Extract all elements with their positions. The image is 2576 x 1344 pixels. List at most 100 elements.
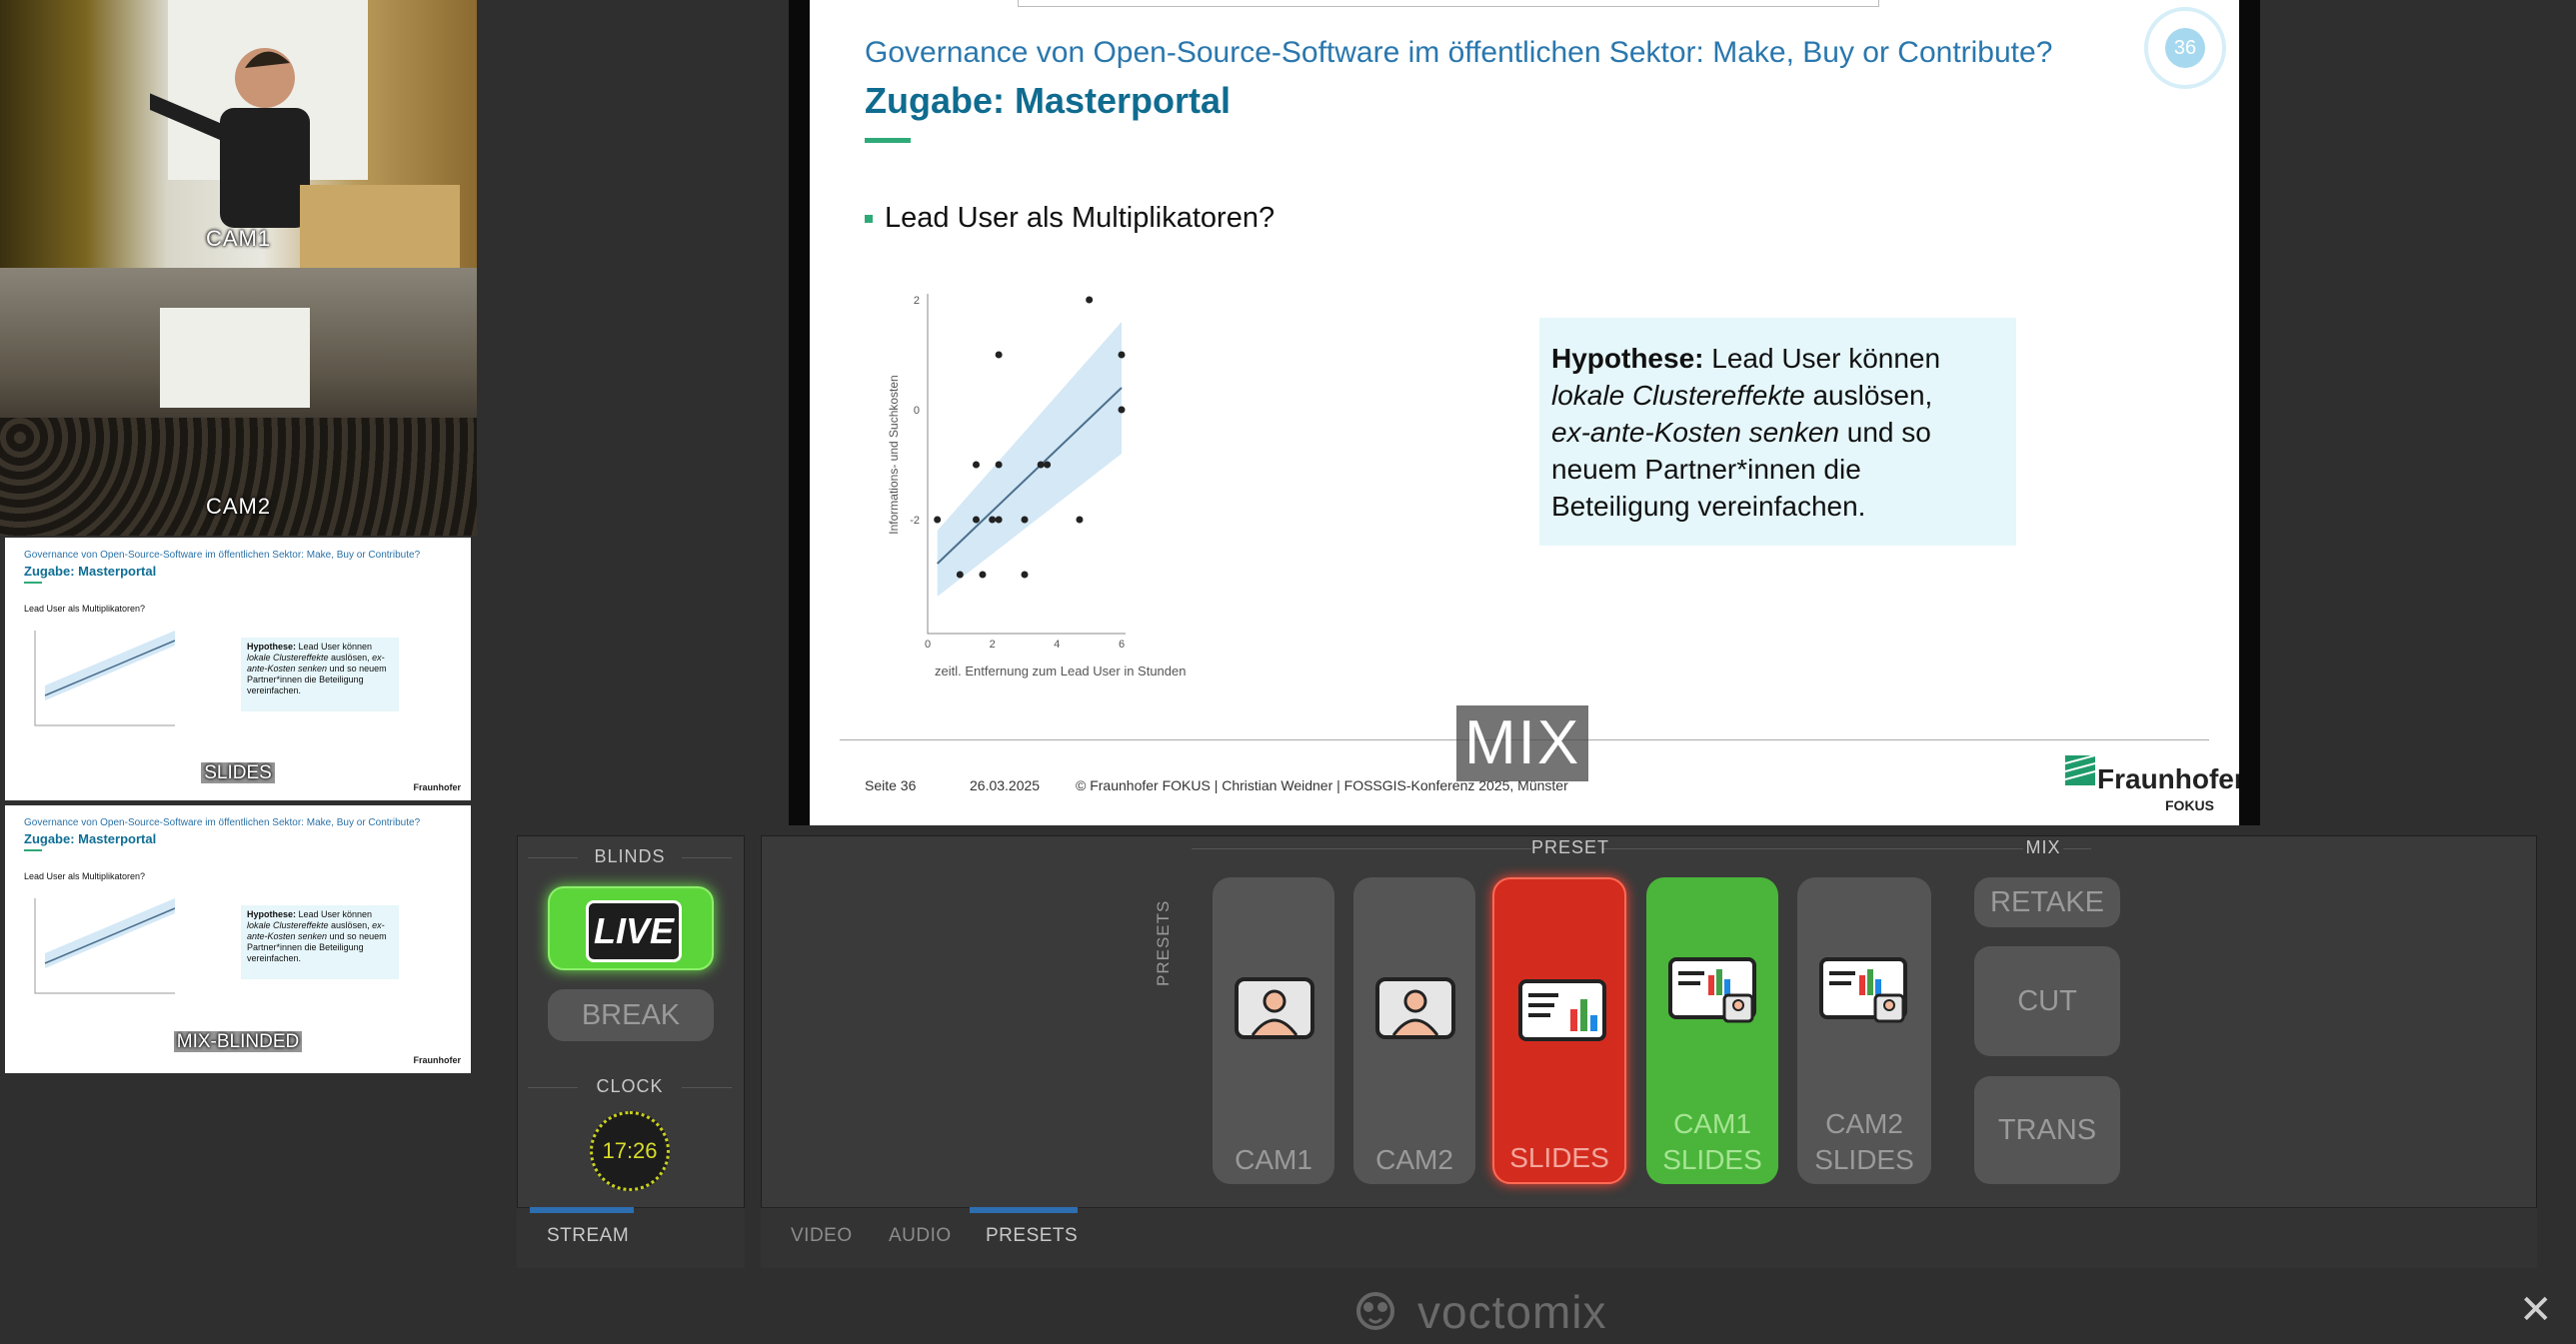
retake-button[interactable]: RETAKE [1974, 877, 2120, 927]
clock-display: 17:26 [590, 1111, 670, 1191]
confidence-band [937, 322, 1122, 597]
mix-divider [1941, 848, 2091, 849]
data-point [1076, 516, 1084, 524]
mix-blinded-label: MIX-BLINDED [5, 1031, 471, 1053]
divider [528, 857, 578, 858]
live-button[interactable]: LIVE [548, 886, 714, 970]
slide-bullet: Lead User als Multiplikatoren? [865, 202, 1275, 235]
data-point [1021, 571, 1029, 579]
slides-preview[interactable]: Governance von Open-Source-Software im ö… [5, 538, 471, 800]
trans-button[interactable]: TRANS [1974, 1076, 2120, 1184]
logo-sub: FOKUS [2165, 797, 2214, 813]
x-tick-label: 6 [1119, 639, 1125, 651]
y-tick-label: -2 [910, 515, 920, 527]
preset-line1: CAM2 [1825, 1108, 1903, 1139]
data-point [973, 516, 980, 524]
slides-with-person-icon [1819, 957, 1907, 1023]
hall-screen [160, 308, 310, 408]
thumb-hypothesis: Hypothese: Lead User können lokale Clust… [241, 905, 399, 979]
title-accent [865, 138, 911, 143]
preset-heading: PRESET [1531, 837, 1610, 858]
person-icon [1375, 977, 1455, 1039]
thumb-header: Governance von Open-Source-Software im ö… [24, 550, 421, 561]
presets-side-label: PRESETS [1154, 899, 1173, 986]
tab-video[interactable]: VIDEO [791, 1225, 853, 1247]
chart-xlabel: zeitl. Entfernung zum Lead User in Stund… [935, 664, 1187, 678]
divider [682, 1087, 732, 1088]
data-point [995, 461, 1003, 469]
trend-line [937, 387, 1123, 565]
preset-cam1-slides-button[interactable]: CAM1 SLIDES [1646, 877, 1778, 1184]
y-tick-label: 0 [914, 405, 920, 417]
blinds-heading: BLINDS [594, 846, 666, 866]
tab-stream[interactable]: STREAM [547, 1225, 629, 1247]
tab-audio[interactable]: AUDIO [889, 1225, 952, 1247]
cut-button[interactable]: CUT [1974, 946, 2120, 1056]
thumb-chart [34, 898, 175, 994]
footer-date: 26.03.2025 [970, 777, 1041, 793]
preset-slides-button[interactable]: SLIDES [1492, 877, 1626, 1184]
data-point [956, 571, 964, 579]
y-tick-label: 2 [914, 295, 920, 307]
mix-blinded-preview[interactable]: Governance von Open-Source-Software im ö… [5, 805, 471, 1073]
mix-heading: MIX [2023, 837, 2063, 858]
preset-line2: SLIDES [1814, 1144, 1914, 1175]
stream-tab-indicator [530, 1207, 634, 1213]
data-point [1021, 516, 1029, 524]
thumb-accent [24, 582, 42, 584]
data-point [973, 461, 980, 469]
cam1-label: CAM1 [206, 226, 272, 251]
cam1-preview[interactable]: CAM1 [0, 0, 477, 268]
thumb-chart [34, 631, 175, 726]
hyp-line1: Lead User können [1703, 343, 1941, 374]
data-point [979, 571, 987, 579]
close-icon[interactable]: ✕ [2519, 1287, 2553, 1333]
x-tick-label: 2 [990, 639, 996, 651]
slide-title: Zugabe: Masterportal [865, 80, 1232, 121]
presentation-slide: Governance von Open-Source-Software im ö… [810, 0, 2239, 825]
cam2-preview[interactable]: CAM2 [0, 268, 477, 536]
thumb-title: Zugabe: Masterportal [24, 831, 157, 846]
preset-cam2-button[interactable]: CAM2 [1353, 877, 1475, 1184]
divider [682, 857, 732, 858]
x-tick-label: 4 [1054, 639, 1060, 651]
tab-presets[interactable]: PRESETS [986, 1225, 1078, 1247]
footer-page: Seite 36 [865, 777, 917, 793]
data-point [995, 351, 1003, 359]
data-point [1044, 461, 1052, 469]
data-point [989, 516, 997, 524]
clock-heading: CLOCK [596, 1076, 664, 1096]
lectern [300, 185, 460, 268]
chart-ylabel: Informations- und Suchkosten [887, 375, 901, 534]
page-number-badge: 36 [2144, 7, 2226, 89]
data-point [1037, 461, 1045, 469]
slide-top-tabs [1018, 0, 1879, 7]
preset-cam1-button[interactable]: CAM1 [1213, 877, 1334, 1184]
person-icon [1235, 977, 1314, 1039]
hypothesis-box: Hypothese: Lead User können lokale Clust… [1539, 318, 2016, 546]
preset-line1: CAM2 [1375, 1144, 1453, 1175]
presets-tab-indicator [970, 1207, 1078, 1213]
slides-with-person-icon [1668, 957, 1756, 1023]
hyp-line2: auslösen, [1804, 380, 1933, 411]
data-point [934, 516, 942, 524]
slides-icon [1518, 979, 1606, 1041]
preset-line1: SLIDES [1509, 1142, 1609, 1173]
speaker-figure [90, 28, 320, 243]
mix-overlay-label: MIX [1456, 705, 1589, 781]
data-point [1086, 296, 1094, 304]
hyp-italic1: lokale Clustereffekte [1551, 380, 1805, 411]
preset-line2: SLIDES [1662, 1144, 1762, 1175]
break-button[interactable]: BREAK [548, 989, 714, 1041]
logo-name: Fraunhofer [2097, 763, 2239, 794]
hyp-line5: Beteiligung vereinfachen. [1551, 491, 1866, 522]
x-tick-label: 0 [925, 639, 931, 651]
slides-label: SLIDES [5, 762, 471, 784]
live-label: LIVE [586, 900, 682, 962]
thumb-header: Governance von Open-Source-Software im ö… [24, 817, 421, 828]
data-point [1118, 351, 1126, 359]
thumb-logo: Fraunhofer [413, 1055, 461, 1065]
voctomix-logo-icon [1356, 1292, 1394, 1330]
app-brand: voctomix [1417, 1286, 1607, 1338]
preset-cam2-slides-button[interactable]: CAM2 SLIDES [1797, 877, 1931, 1184]
